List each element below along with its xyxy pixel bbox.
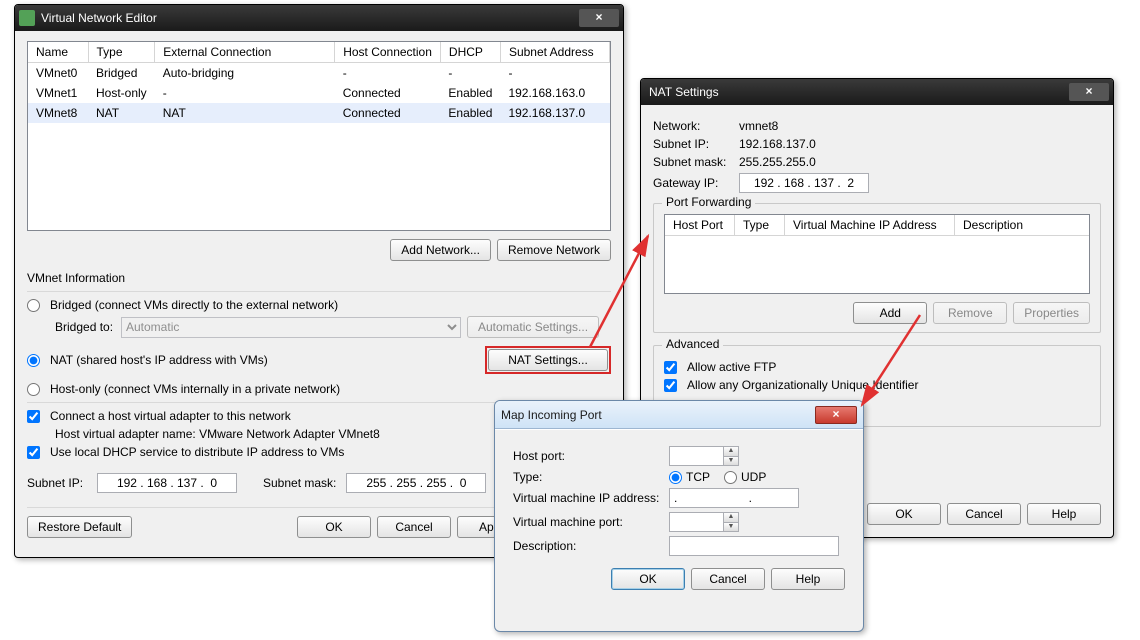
nat-subnetmask-label: Subnet mask:: [653, 155, 733, 169]
close-icon[interactable]: ×: [1069, 83, 1109, 101]
map-help-button[interactable]: Help: [771, 568, 845, 590]
checkbox-dhcp[interactable]: [27, 446, 40, 459]
nat-title: NAT Settings: [649, 85, 1069, 99]
nat-cancel-button[interactable]: Cancel: [947, 503, 1021, 525]
radio-udp-wrap[interactable]: UDP: [724, 470, 766, 484]
map-ok-button[interactable]: OK: [611, 568, 685, 590]
pf-col-type[interactable]: Type: [735, 215, 785, 235]
vne-title: Virtual Network Editor: [41, 11, 579, 25]
pf-col-hostport[interactable]: Host Port: [665, 215, 735, 235]
nat-subnetmask-value: 255.255.255.0: [739, 155, 816, 169]
table-row[interactable]: VMnet8NATNATConnectedEnabled192.168.137.…: [28, 103, 610, 123]
subnet-ip-label: Subnet IP:: [27, 476, 91, 490]
label-adapter: Connect a host virtual adapter to this n…: [50, 409, 291, 423]
remove-network-button[interactable]: Remove Network: [497, 239, 611, 261]
nat-help-button[interactable]: Help: [1027, 503, 1101, 525]
col-ext[interactable]: External Connection: [155, 42, 335, 63]
pf-remove-button[interactable]: Remove: [933, 302, 1007, 324]
network-table[interactable]: Name Type External Connection Host Conne…: [27, 41, 611, 231]
vmport-label: Virtual machine port:: [513, 515, 663, 529]
radio-nat[interactable]: [27, 354, 40, 367]
adapter-name: Host virtual adapter name: VMware Networ…: [55, 427, 380, 441]
vne-cancel-button[interactable]: Cancel: [377, 516, 451, 538]
nat-content: Network: vmnet8 Subnet IP: 192.168.137.0 S…: [641, 105, 1113, 437]
vmip-label: Virtual machine IP address:: [513, 491, 663, 505]
pf-col-desc[interactable]: Description: [955, 215, 1089, 235]
gateway-ip-input[interactable]: [739, 173, 869, 193]
col-host[interactable]: Host Connection: [335, 42, 441, 63]
close-icon[interactable]: ×: [815, 406, 857, 424]
table-row[interactable]: VMnet1Host-only-ConnectedEnabled192.168.…: [28, 83, 610, 103]
nat-gateway-label: Gateway IP:: [653, 176, 733, 190]
subnet-ip-input[interactable]: [97, 473, 237, 493]
automatic-settings-button[interactable]: Automatic Settings...: [467, 316, 599, 338]
label-nat: NAT (shared host's IP address with VMs): [50, 353, 479, 367]
nat-network-label: Network:: [653, 119, 733, 133]
radio-udp[interactable]: [724, 471, 737, 484]
map-cancel-button[interactable]: Cancel: [691, 568, 765, 590]
close-icon[interactable]: ×: [579, 9, 619, 27]
nat-settings-highlight: NAT Settings...: [485, 346, 611, 374]
label-bridged: Bridged (connect VMs directly to the ext…: [50, 298, 338, 312]
pf-legend: Port Forwarding: [662, 195, 755, 209]
map-incoming-port-window: Map Incoming Port × Host port: ▲▼ Type: …: [494, 400, 864, 632]
map-titlebar: Map Incoming Port ×: [495, 401, 863, 429]
radio-bridged[interactable]: [27, 299, 40, 312]
subnet-mask-label: Subnet mask:: [263, 476, 336, 490]
subnet-mask-input[interactable]: [346, 473, 486, 493]
option-hostonly[interactable]: Host-only (connect VMs internally in a p…: [27, 382, 611, 396]
radio-tcp-wrap[interactable]: TCP: [669, 470, 710, 484]
col-dhcp[interactable]: DHCP: [440, 42, 500, 63]
nat-network-value: vmnet8: [739, 119, 778, 133]
bridged-to-select[interactable]: Automatic: [121, 317, 461, 338]
vmip-input[interactable]: [669, 488, 799, 508]
pf-col-vmip[interactable]: Virtual Machine IP Address: [785, 215, 955, 235]
app-icon: [19, 10, 35, 26]
nat-settings-button[interactable]: NAT Settings...: [488, 349, 608, 371]
checkbox-adapter[interactable]: [27, 410, 40, 423]
vne-ok-button[interactable]: OK: [297, 516, 371, 538]
pf-add-button[interactable]: Add: [853, 302, 927, 324]
option-nat[interactable]: NAT (shared host's IP address with VMs) …: [27, 346, 611, 374]
bridged-to-label: Bridged to:: [55, 320, 115, 334]
nat-titlebar: NAT Settings ×: [641, 79, 1113, 105]
pf-table[interactable]: Host Port Type Virtual Machine IP Addres…: [664, 214, 1090, 294]
label-dhcp: Use local DHCP service to distribute IP …: [50, 445, 344, 459]
option-bridged[interactable]: Bridged (connect VMs directly to the ext…: [27, 298, 611, 312]
col-type[interactable]: Type: [88, 42, 155, 63]
vmnet-info-heading: VMnet Information: [27, 271, 611, 285]
desc-input[interactable]: [669, 536, 839, 556]
checkbox-oui[interactable]: [664, 379, 677, 392]
nat-subnetip-label: Subnet IP:: [653, 137, 733, 151]
radio-hostonly[interactable]: [27, 383, 40, 396]
col-subnet[interactable]: Subnet Address: [500, 42, 609, 63]
checkbox-ftp[interactable]: [664, 361, 677, 374]
vne-titlebar: Virtual Network Editor ×: [15, 5, 623, 31]
pf-properties-button[interactable]: Properties: [1013, 302, 1090, 324]
restore-default-button[interactable]: Restore Default: [27, 516, 132, 538]
add-network-button[interactable]: Add Network...: [390, 239, 491, 261]
desc-label: Description:: [513, 539, 663, 553]
adv-legend: Advanced: [662, 337, 723, 351]
hostport-label: Host port:: [513, 449, 663, 463]
label-hostonly: Host-only (connect VMs internally in a p…: [50, 382, 340, 396]
nat-ok-button[interactable]: OK: [867, 503, 941, 525]
nat-subnetip-value: 192.168.137.0: [739, 137, 816, 151]
col-name[interactable]: Name: [28, 42, 88, 63]
table-row[interactable]: VMnet0BridgedAuto-bridging---: [28, 63, 610, 84]
spinner-icon[interactable]: ▲▼: [723, 513, 738, 531]
radio-tcp[interactable]: [669, 471, 682, 484]
map-title: Map Incoming Port: [501, 408, 815, 422]
label-oui: Allow any Organizationally Unique Identi…: [687, 378, 918, 392]
type-label: Type:: [513, 470, 663, 484]
spinner-icon[interactable]: ▲▼: [723, 447, 738, 465]
label-ftp: Allow active FTP: [687, 360, 776, 374]
port-forwarding-group: Port Forwarding Host Port Type Virtual M…: [653, 203, 1101, 333]
